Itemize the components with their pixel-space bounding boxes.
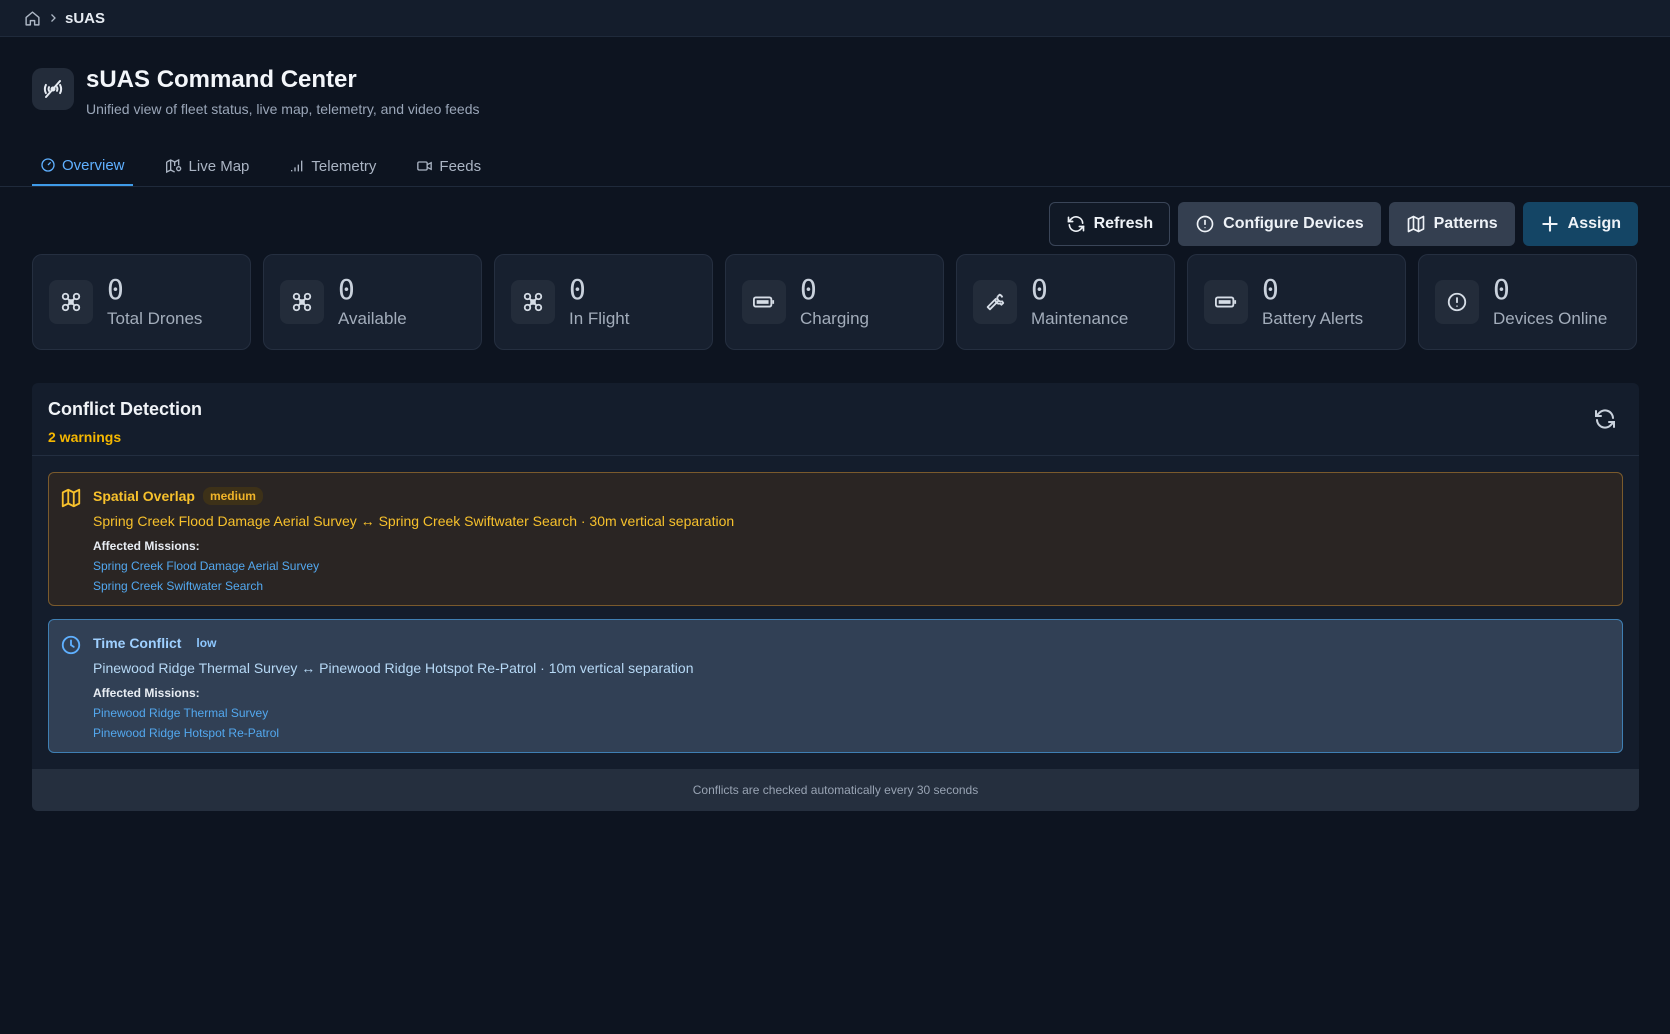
stat-charging: 0 Charging: [725, 254, 944, 350]
panel-footer: Conflicts are checked automatically ever…: [32, 769, 1639, 811]
stat-total-drones: 0 Total Drones: [32, 254, 251, 350]
panel-header: Conflict Detection 2 warnings: [32, 383, 1639, 456]
conflict-card: Time Conflict low Pinewood Ridge Thermal…: [48, 619, 1623, 753]
map-icon: [60, 487, 82, 514]
severity-badge: medium: [202, 487, 263, 505]
alert-circle-icon: [1196, 215, 1214, 233]
gauge-icon: [41, 158, 55, 172]
video-icon: [417, 161, 433, 171]
patterns-button[interactable]: Patterns: [1388, 202, 1515, 246]
page-header: sUAS Command Center Unified view of flee…: [32, 66, 480, 117]
tab-overview[interactable]: Overview: [32, 146, 133, 186]
assign-button[interactable]: Assign: [1522, 202, 1638, 246]
affected-missions-label: Affected Missions:: [93, 686, 200, 700]
configure-devices-button[interactable]: Configure Devices: [1178, 202, 1381, 246]
conflict-type: Spatial Overlap: [93, 488, 195, 504]
mission-link[interactable]: Spring Creek Swiftwater Search: [93, 579, 1622, 593]
drone-icon: [49, 280, 93, 324]
breadcrumb-current: sUAS: [65, 9, 106, 27]
battery-icon: [1204, 280, 1248, 324]
stat-in-flight: 0 In Flight: [494, 254, 713, 350]
stat-maintenance: 0 Maintenance: [956, 254, 1175, 350]
action-toolbar: Refresh Configure Devices Patterns Assig…: [1048, 202, 1638, 246]
refresh-conflicts-icon[interactable]: [1593, 407, 1617, 436]
conflict-card: Spatial Overlap medium Spring Creek Floo…: [48, 472, 1623, 606]
radio-tower-icon: [32, 68, 74, 110]
home-icon[interactable]: [24, 10, 41, 27]
stat-battery-alerts: 0 Battery Alerts: [1187, 254, 1406, 350]
wrench-icon: [973, 280, 1017, 324]
alert-circle-icon: [1435, 280, 1479, 324]
page-title: sUAS Command Center: [86, 66, 357, 93]
drone-icon: [280, 280, 324, 324]
panel-title: Conflict Detection: [48, 399, 203, 419]
stat-available: 0 Available: [263, 254, 482, 350]
conflict-type: Time Conflict: [93, 635, 182, 651]
mission-link[interactable]: Spring Creek Flood Damage Aerial Survey: [93, 559, 1622, 573]
conflict-description: Pinewood Ridge Thermal Survey ↔ Pinewood…: [93, 660, 694, 676]
mission-link[interactable]: Pinewood Ridge Thermal Survey: [93, 706, 1622, 720]
stat-devices-online: 0 Devices Online: [1418, 254, 1637, 350]
signal-bars-icon: [291, 160, 303, 172]
affected-missions-label: Affected Missions:: [93, 539, 200, 553]
refresh-icon: [1067, 215, 1084, 233]
conflict-detection-panel: Conflict Detection 2 warnings Spatial Ov…: [32, 383, 1639, 811]
mission-link[interactable]: Pinewood Ridge Hotspot Re-Patrol: [93, 726, 1622, 740]
map-icon: [1407, 215, 1424, 233]
severity-badge: low: [196, 636, 217, 650]
conflict-description: Spring Creek Flood Damage Aerial Survey …: [93, 513, 735, 529]
chevron-right-icon: [47, 12, 59, 24]
breadcrumb: sUAS: [0, 0, 1670, 37]
clock-icon: [60, 634, 82, 661]
map-pin-icon: [165, 158, 181, 174]
fleet-stats: 0 Total Drones 0 Available 0 In Flight 0 Cha…: [32, 254, 1637, 350]
tab-live-map[interactable]: Live Map: [157, 146, 258, 186]
tab-bar: Overview Live Map Telemetry Feeds: [32, 146, 489, 186]
page-subtitle: Unified view of fleet status, live map, …: [86, 101, 480, 117]
battery-icon: [742, 280, 786, 324]
plus-icon: [1541, 216, 1558, 232]
tab-telemetry[interactable]: Telemetry: [281, 146, 384, 186]
drone-icon: [511, 280, 555, 324]
tabs-divider: [0, 186, 1670, 187]
tab-feeds[interactable]: Feeds: [408, 146, 489, 186]
refresh-button[interactable]: Refresh: [1048, 202, 1171, 246]
warning-count: 2 warnings: [48, 429, 122, 445]
